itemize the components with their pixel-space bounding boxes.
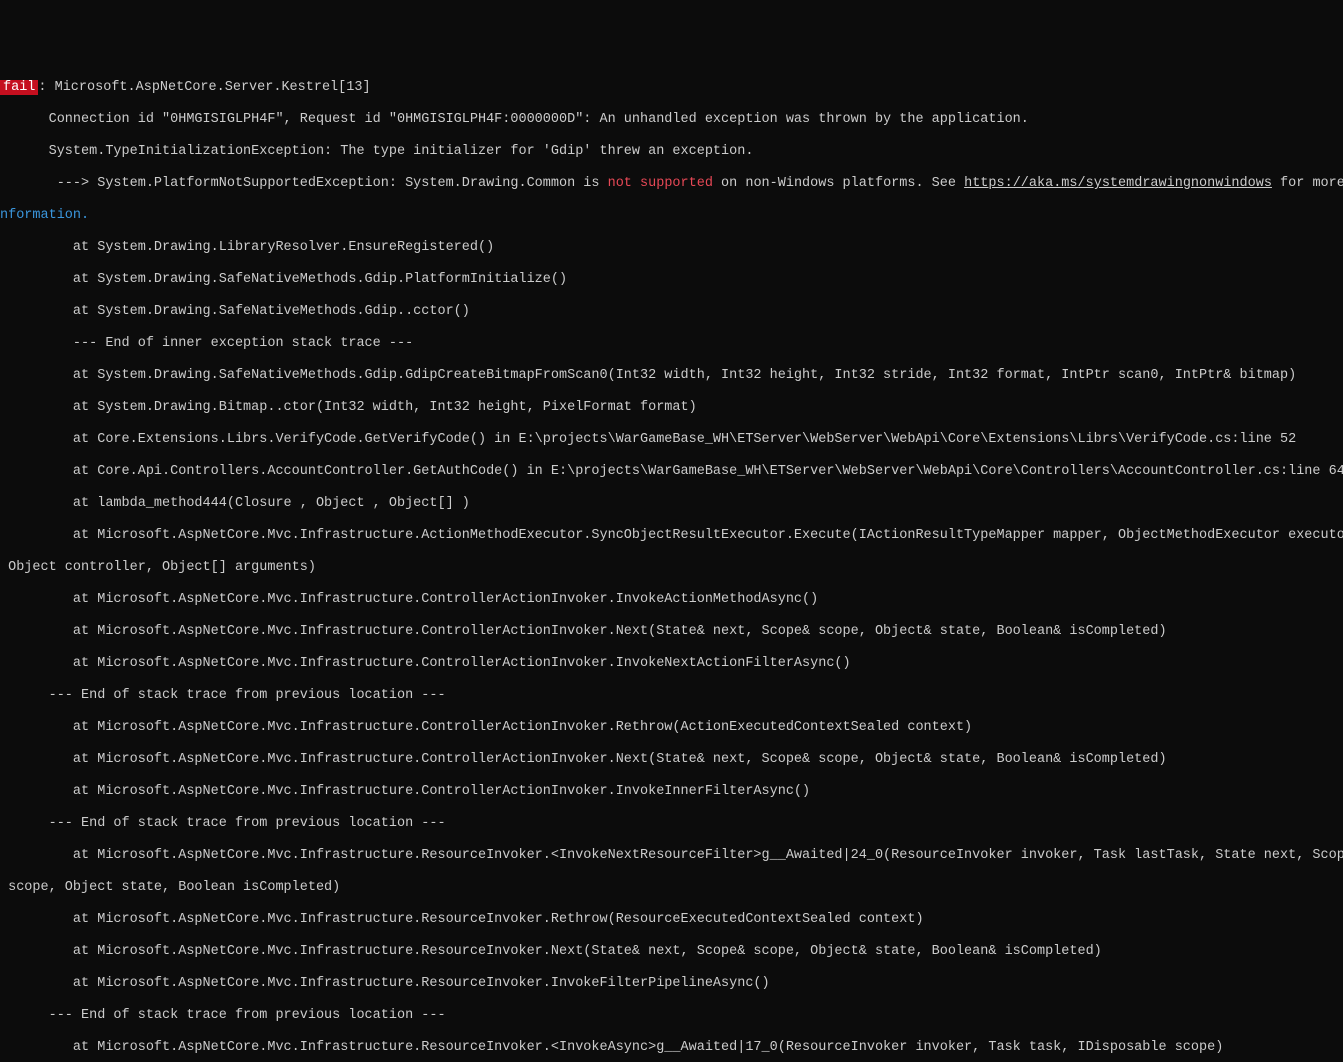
log-line: Object controller, Object[] arguments) bbox=[0, 560, 1343, 576]
log-line: --- End of stack trace from previous loc… bbox=[0, 688, 1343, 704]
fail-badge: fail bbox=[0, 80, 38, 95]
log-line: scope, Object state, Boolean isCompleted… bbox=[0, 880, 1343, 896]
log-text: : Microsoft.AspNetCore.Server.Kestrel[13… bbox=[38, 80, 370, 95]
log-line: at System.Drawing.SafeNativeMethods.Gdip… bbox=[0, 368, 1343, 384]
log-line: at Microsoft.AspNetCore.Mvc.Infrastructu… bbox=[0, 624, 1343, 640]
log-line: at System.Drawing.LibraryResolver.Ensure… bbox=[0, 240, 1343, 256]
log-line: --- End of stack trace from previous loc… bbox=[0, 816, 1343, 832]
log-line: System.TypeInitializationException: The … bbox=[0, 144, 1343, 160]
log-line: at Core.Api.Controllers.AccountControlle… bbox=[0, 464, 1343, 480]
log-line: nformation. bbox=[0, 208, 1343, 224]
log-line: at Microsoft.AspNetCore.Mvc.Infrastructu… bbox=[0, 592, 1343, 608]
log-line: at Microsoft.AspNetCore.Mvc.Infrastructu… bbox=[0, 752, 1343, 768]
log-line: at System.Drawing.Bitmap..ctor(Int32 wid… bbox=[0, 400, 1343, 416]
log-line: ---> System.PlatformNotSupportedExceptio… bbox=[0, 176, 1343, 192]
docs-link[interactable]: https://aka.ms/systemdrawingnonwindows bbox=[964, 176, 1272, 191]
log-text: ---> System.PlatformNotSupportedExceptio… bbox=[0, 176, 608, 191]
log-line: at Core.Extensions.Librs.VerifyCode.GetV… bbox=[0, 432, 1343, 448]
log-line: --- End of inner exception stack trace -… bbox=[0, 336, 1343, 352]
log-line: at System.Drawing.SafeNativeMethods.Gdip… bbox=[0, 304, 1343, 320]
log-line: at Microsoft.AspNetCore.Mvc.Infrastructu… bbox=[0, 784, 1343, 800]
log-line: --- End of stack trace from previous loc… bbox=[0, 1008, 1343, 1024]
log-text: for more i bbox=[1272, 176, 1343, 191]
log-line: at lambda_method444(Closure , Object , O… bbox=[0, 496, 1343, 512]
log-line: at Microsoft.AspNetCore.Mvc.Infrastructu… bbox=[0, 720, 1343, 736]
log-line: Connection id "0HMGISIGLPH4F", Request i… bbox=[0, 112, 1343, 128]
log-line: at Microsoft.AspNetCore.Mvc.Infrastructu… bbox=[0, 656, 1343, 672]
log-line: at Microsoft.AspNetCore.Mvc.Infrastructu… bbox=[0, 848, 1343, 864]
log-line: fail: Microsoft.AspNetCore.Server.Kestre… bbox=[0, 80, 1343, 96]
log-line: at Microsoft.AspNetCore.Mvc.Infrastructu… bbox=[0, 1040, 1343, 1056]
log-line: at Microsoft.AspNetCore.Mvc.Infrastructu… bbox=[0, 528, 1343, 544]
not-supported-text: not supported bbox=[608, 176, 713, 191]
log-line: at Microsoft.AspNetCore.Mvc.Infrastructu… bbox=[0, 912, 1343, 928]
log-text: on non-Windows platforms. See bbox=[713, 176, 964, 191]
log-line: at Microsoft.AspNetCore.Mvc.Infrastructu… bbox=[0, 944, 1343, 960]
log-line: at System.Drawing.SafeNativeMethods.Gdip… bbox=[0, 272, 1343, 288]
log-line: at Microsoft.AspNetCore.Mvc.Infrastructu… bbox=[0, 976, 1343, 992]
